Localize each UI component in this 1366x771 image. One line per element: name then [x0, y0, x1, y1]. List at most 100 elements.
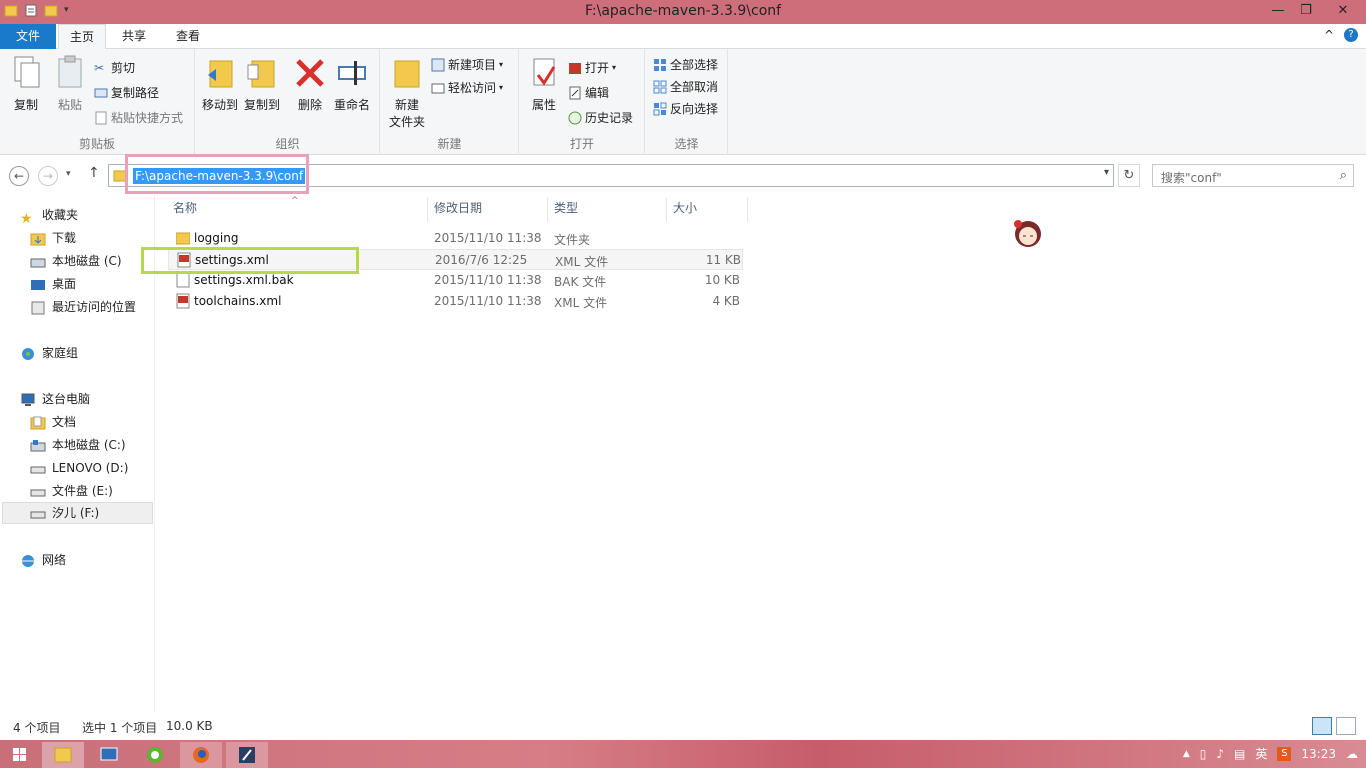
nav-favorites-label: 收藏夹: [42, 208, 79, 222]
properties-label: 属性: [531, 98, 556, 112]
file-name: settings.xml.bak: [194, 273, 294, 287]
nav-xier-f[interactable]: 汐儿 (F:): [2, 502, 153, 524]
properties-button[interactable]: 属性: [524, 55, 564, 113]
tab-view[interactable]: 查看: [166, 24, 210, 49]
nav-documents[interactable]: 文档: [30, 411, 76, 433]
paste-shortcut-button[interactable]: 粘贴快捷方式: [94, 109, 183, 126]
invert-selection-button[interactable]: 反向选择: [653, 100, 718, 117]
edit-button[interactable]: 编辑: [568, 84, 609, 101]
file-size: 4 KB: [712, 294, 740, 308]
minimize-button[interactable]: —: [1264, 0, 1292, 22]
column-header-date[interactable]: 修改日期: [428, 198, 548, 222]
settings-highlight-box: [141, 247, 359, 274]
nav-local-disk-c-fav[interactable]: 本地磁盘 (C): [30, 250, 122, 272]
taskbar-browser-360[interactable]: [134, 742, 176, 768]
nav-recent[interactable]: 最近访问的位置: [30, 296, 136, 318]
back-button[interactable]: ←: [9, 166, 29, 186]
nav-file-e[interactable]: 文件盘 (E:): [30, 480, 113, 502]
notification-icon[interactable]: ☁: [1346, 747, 1358, 761]
downloads-icon: [30, 231, 46, 246]
copy-button[interactable]: 复制: [6, 55, 46, 113]
file-date: 2015/11/10 11:38: [434, 294, 542, 308]
copy-to-button[interactable]: 复制到: [242, 55, 282, 113]
tab-file[interactable]: 文件: [0, 24, 56, 49]
up-arrow-icon[interactable]: ↑: [88, 165, 100, 181]
nav-local-disk-c[interactable]: 本地磁盘 (C:): [30, 434, 126, 456]
start-button[interactable]: [0, 742, 40, 768]
column-size-label: 大小: [673, 201, 698, 215]
maximize-button[interactable]: ❐: [1292, 0, 1320, 22]
forward-button[interactable]: →: [38, 166, 58, 186]
status-selected-size: 10.0 KB: [166, 719, 213, 733]
new-folder-button[interactable]: 新建 文件夹: [385, 55, 429, 130]
shortcut-icon: [94, 111, 108, 125]
nav-lenovo-d[interactable]: LENOVO (D:): [30, 457, 128, 479]
status-selected-count: 选中 1 个项目: [82, 721, 158, 735]
chevron-up-icon[interactable]: ^: [1324, 28, 1334, 42]
network-tray-icon[interactable]: ▤: [1234, 747, 1245, 761]
nav-local-disk-c-label: 本地磁盘 (C:): [52, 438, 126, 452]
sogou-icon[interactable]: S: [1277, 746, 1292, 761]
file-type: XML 文件: [554, 296, 608, 310]
nav-desktop[interactable]: 桌面: [30, 273, 76, 295]
tablet-icon[interactable]: ▯: [1200, 747, 1207, 761]
tab-share[interactable]: 共享: [112, 24, 156, 49]
chevron-up-icon[interactable]: ▲: [1183, 749, 1190, 759]
rename-button[interactable]: 重命名: [332, 55, 372, 113]
column-header-type[interactable]: 类型: [548, 198, 667, 222]
organize-group-label: 组织: [275, 137, 300, 151]
close-button[interactable]: ✕: [1320, 0, 1366, 22]
search-input[interactable]: 搜索"conf" ⌕: [1152, 164, 1354, 187]
select-none-button[interactable]: 全部取消: [653, 78, 718, 95]
delete-button[interactable]: 删除: [292, 55, 328, 113]
copy-path-label: 复制路径: [111, 86, 160, 100]
clipboard-group: 复制 粘贴 ✂ 剪切 复制路径 粘贴快捷方式 剪贴板: [0, 49, 195, 155]
desktop-icon: [30, 277, 46, 291]
column-header-name[interactable]: 名称 ^: [167, 196, 428, 222]
recent-locations-dropdown[interactable]: ▾: [66, 169, 71, 179]
cut-button[interactable]: ✂ 剪切: [94, 59, 135, 76]
open-icon: [568, 61, 582, 75]
history-button[interactable]: 历史记录: [568, 109, 633, 126]
nav-favorites[interactable]: ★ 收藏夹: [20, 204, 79, 227]
select-all-button[interactable]: 全部选择: [653, 56, 718, 73]
refresh-button[interactable]: ↻: [1118, 164, 1140, 187]
title-bar: ▾ F:\apache-maven-3.3.9\conf — ❐ ✕: [0, 0, 1366, 24]
copy-path-button[interactable]: 复制路径: [94, 84, 159, 101]
move-to-button[interactable]: 移动到: [200, 55, 240, 113]
nav-xier-f-label: 汐儿 (F:): [52, 506, 100, 520]
open-button[interactable]: 打开 ▾: [568, 59, 616, 76]
new-folder-label-line1: 新建: [394, 98, 419, 112]
column-header-size[interactable]: 大小: [667, 198, 748, 222]
taskbar-eclipse[interactable]: [226, 742, 268, 768]
ime-indicator[interactable]: 英: [1255, 745, 1267, 762]
status-item-count: 4 个项目: [13, 721, 61, 735]
open-label: 打开: [585, 61, 610, 75]
column-date-label: 修改日期: [434, 201, 483, 215]
new-item-button[interactable]: 新建项目 ▾: [431, 56, 503, 73]
nav-network[interactable]: 网络: [20, 549, 66, 571]
nav-this-pc[interactable]: 这台电脑: [20, 388, 90, 410]
easy-access-button[interactable]: 轻松访问 ▾: [431, 79, 503, 96]
tab-home[interactable]: 主页: [58, 24, 106, 50]
taskbar-firefox[interactable]: [180, 742, 222, 768]
nav-homegroup[interactable]: 家庭组: [20, 342, 78, 364]
table-row[interactable]: logging 2015/11/10 11:38 文件夹: [168, 228, 743, 249]
taskbar-explorer[interactable]: [42, 742, 84, 768]
volume-icon[interactable]: ♪: [1216, 747, 1224, 761]
move-folder-icon: [200, 55, 240, 92]
taskbar-desktop[interactable]: [88, 742, 130, 768]
help-icon[interactable]: ?: [1344, 28, 1358, 42]
nav-local-disk-c-fav-label: 本地磁盘 (C): [52, 254, 122, 268]
homegroup-icon: [20, 346, 36, 360]
large-icons-view-button[interactable]: [1336, 717, 1356, 735]
firefox-icon: [193, 747, 209, 763]
paste-button[interactable]: 粘贴: [50, 55, 90, 113]
nav-documents-label: 文档: [52, 415, 77, 429]
nav-downloads[interactable]: 下载: [30, 227, 76, 249]
table-row[interactable]: toolchains.xml 2015/11/10 11:38 XML 文件 4…: [168, 291, 743, 312]
clipboard-icon: [50, 55, 90, 92]
clock[interactable]: 13:23: [1301, 747, 1336, 761]
details-view-button[interactable]: [1312, 717, 1332, 735]
chevron-down-icon[interactable]: ▾: [1104, 167, 1109, 178]
